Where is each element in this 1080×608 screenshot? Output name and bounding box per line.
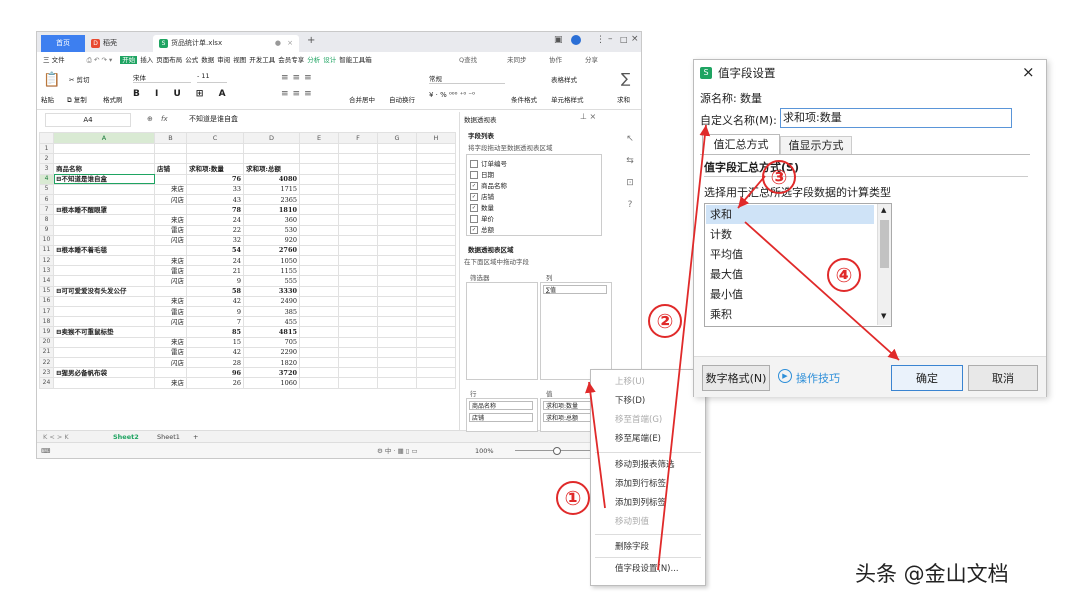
annotation-arrows: [585, 124, 900, 571]
step3-marker: ③: [762, 160, 796, 194]
step2-marker: ②: [648, 304, 682, 338]
arrow-step3: [737, 175, 766, 209]
watermark: 头条 @金山文档: [855, 562, 1009, 586]
step4-marker: ④: [827, 258, 861, 292]
arrow-step2: [657, 124, 711, 571]
arrow-step4: [744, 221, 900, 361]
arrow-step1: [585, 381, 606, 509]
step1-marker: ①: [556, 481, 590, 515]
